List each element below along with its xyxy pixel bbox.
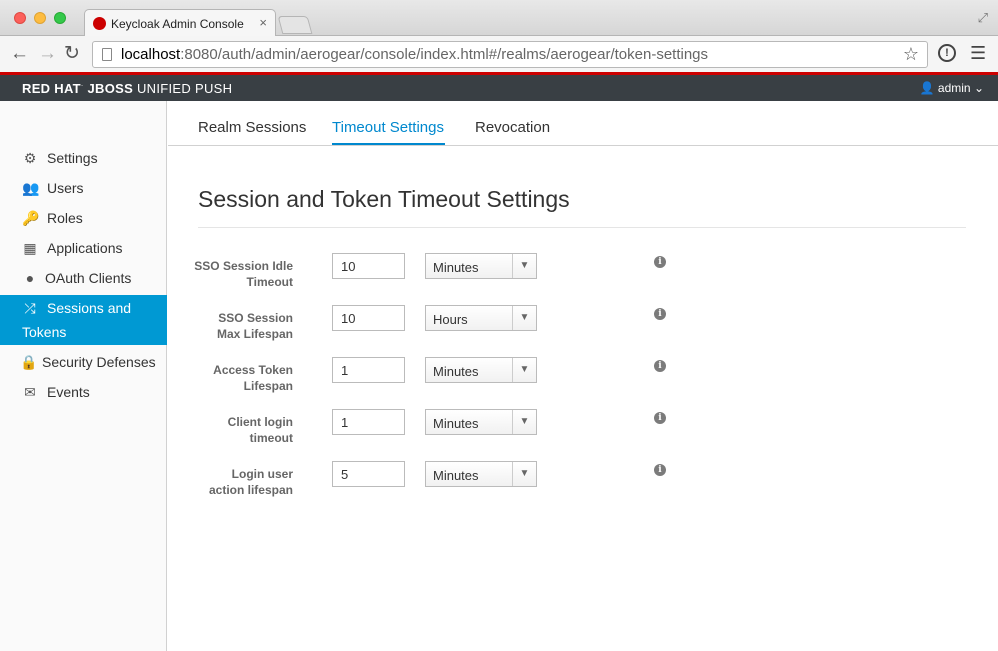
sidebar-item-applications[interactable]: ▦ Applications [0, 240, 167, 260]
tab-timeout-settings[interactable]: Timeout Settings [332, 119, 444, 136]
lock-icon: 🔒 [20, 354, 38, 370]
forward-arrow-icon[interactable]: → [38, 44, 57, 64]
info-icon[interactable]: i [654, 256, 666, 268]
chevron-down-icon: ⌄ [973, 81, 984, 95]
key-icon: 🔑 [22, 210, 40, 226]
close-window-button[interactable] [14, 12, 26, 24]
client-login-timeout-input[interactable] [332, 409, 405, 435]
sso-max-lifespan-input[interactable] [332, 305, 405, 331]
globe-icon: ● [25, 270, 35, 286]
sso-max-lifespan-unit-select[interactable]: Hours ▼ [425, 305, 537, 331]
users-icon: 👥 [22, 180, 40, 196]
brand-logo[interactable]: RED HAT· JBOSS UNIFIED PUSH [22, 81, 232, 96]
sidebar-item-roles[interactable]: 🔑 Roles [0, 210, 167, 230]
login-action-lifespan-unit-select[interactable]: Minutes ▼ [425, 461, 537, 487]
star-icon[interactable]: ☆ [903, 44, 919, 65]
chevron-down-icon: ▼ [512, 410, 536, 434]
sso-idle-timeout-label: SSO Session Idle Timeout [194, 259, 293, 289]
user-menu[interactable]: 👤 admin ⌄ [920, 81, 984, 95]
tab-title: Keycloak Admin Console [111, 17, 244, 31]
browser-toolbar: ← → ↻ localhost:8080/auth/admin/aerogear… [0, 36, 998, 74]
extension-icon[interactable]: ! [938, 44, 956, 62]
info-icon[interactable]: i [654, 464, 666, 476]
grid-icon: ▦ [23, 240, 37, 256]
sidebar-item-settings[interactable]: ⚙ Settings [0, 150, 167, 170]
shuffle-icon: ⤮ [24, 300, 36, 316]
app-header: RED HAT· JBOSS UNIFIED PUSH 👤 admin ⌄ [0, 75, 998, 101]
address-bar[interactable]: localhost:8080/auth/admin/aerogear/conso… [92, 41, 928, 68]
url-text[interactable]: localhost:8080/auth/admin/aerogear/conso… [121, 46, 708, 63]
login-action-lifespan-label: Login user action lifespan [208, 467, 293, 497]
browser-titlebar: Keycloak Admin Console × ⤢ [0, 0, 998, 37]
chevron-down-icon: ▼ [512, 358, 536, 382]
tab-close-icon[interactable]: × [259, 15, 267, 30]
sidebar-item-events[interactable]: ✉ Events [0, 384, 167, 404]
active-tab-indicator [332, 143, 445, 145]
sso-max-lifespan-label: SSO Session Max Lifespan [216, 311, 293, 341]
access-token-lifespan-unit-select[interactable]: Minutes ▼ [425, 357, 537, 383]
chevron-down-icon: ▼ [512, 254, 536, 278]
sidebar-item-users[interactable]: 👥 Users [0, 180, 167, 200]
chevron-down-icon: ▼ [512, 462, 536, 486]
info-icon[interactable]: i [654, 412, 666, 424]
browser-tab[interactable]: Keycloak Admin Console × [84, 9, 276, 37]
info-icon[interactable]: i [654, 360, 666, 372]
settings-tabs: Realm Sessions Timeout Settings Revocati… [168, 101, 998, 146]
sso-idle-timeout-unit-select[interactable]: Minutes ▼ [425, 253, 537, 279]
keycloak-favicon-icon [93, 17, 106, 30]
resize-icon[interactable]: ⤢ [978, 10, 988, 26]
client-login-timeout-unit-select[interactable]: Minutes ▼ [425, 409, 537, 435]
access-token-lifespan-input[interactable] [332, 357, 405, 383]
page-title: Session and Token Timeout Settings [198, 186, 570, 212]
divider [198, 227, 966, 228]
new-tab-button[interactable] [277, 16, 313, 34]
envelope-icon: ✉ [24, 384, 36, 400]
access-token-lifespan-label: Access Token Lifespan [213, 363, 293, 393]
client-login-timeout-label: Client login timeout [227, 415, 293, 445]
zoom-window-button[interactable] [54, 12, 66, 24]
login-action-lifespan-input[interactable] [332, 461, 405, 487]
menu-icon[interactable]: ☰ [970, 43, 986, 64]
tab-revocation[interactable]: Revocation [475, 119, 550, 136]
tab-realm-sessions[interactable]: Realm Sessions [198, 119, 306, 136]
back-arrow-icon[interactable]: ← [10, 44, 29, 64]
sidebar-item-oauth-clients[interactable]: ● OAuth Clients [0, 270, 167, 290]
gears-icon: ⚙ [23, 150, 37, 166]
info-icon[interactable]: i [654, 308, 666, 320]
user-icon: 👤 [919, 81, 935, 95]
reload-icon[interactable]: ↻ [64, 44, 80, 64]
sidebar-item-sessions-and-tokens[interactable]: ⤮ Sessions and Tokens [0, 295, 167, 345]
chevron-down-icon: ▼ [512, 306, 536, 330]
minimize-window-button[interactable] [34, 12, 46, 24]
sidebar: ⚙ Settings 👥 Users 🔑 Roles ▦ Application… [0, 101, 167, 651]
sidebar-item-security-defenses[interactable]: 🔒 Security Defenses [0, 354, 167, 374]
page-icon [102, 48, 112, 61]
sso-idle-timeout-input[interactable] [332, 253, 405, 279]
